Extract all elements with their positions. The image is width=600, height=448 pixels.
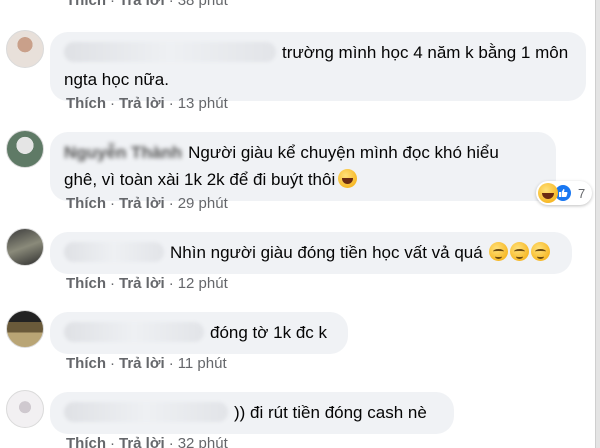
- comment-text-line: )) đi rút tiền đóng cash nè: [234, 403, 427, 422]
- relieved-emoji-icon: [531, 242, 551, 261]
- comment-actions: Thích · Trả lời · 12 phút: [66, 275, 228, 292]
- avatar[interactable]: [6, 310, 44, 348]
- relieved-emoji-icon: [510, 242, 530, 261]
- avatar[interactable]: [6, 30, 44, 68]
- comment-timestamp[interactable]: 29 phút: [178, 195, 228, 212]
- like-link[interactable]: Thích: [66, 355, 106, 372]
- comment-actions-partial: Thích · Trả lời · 38 phút: [66, 0, 228, 9]
- reaction-count: 7: [578, 185, 586, 201]
- comment-bubble: trường mình học 4 năm k bằng 1 môn ngta …: [50, 32, 586, 101]
- comment-text-line: Người giàu kể chuyện mình đọc khó hiểu: [188, 143, 499, 162]
- comment-bubble: )) đi rút tiền đóng cash nè: [50, 392, 454, 434]
- laughing-emoji-icon: [338, 169, 358, 188]
- like-link[interactable]: Thích: [66, 95, 106, 112]
- reply-link[interactable]: Trả lời: [119, 275, 165, 292]
- comments-panel: Thích · Trả lời · 38 phút trường mình học 4 …: [0, 0, 596, 448]
- blurred-username: [64, 242, 164, 262]
- blurred-username: [64, 42, 276, 62]
- comment-actions: Thích · Trả lời · 32 phút: [66, 435, 228, 448]
- comment-timestamp[interactable]: 13 phút: [178, 95, 228, 112]
- comment-bubble: Nhìn người giàu đóng tiền học vất vả quá: [50, 232, 572, 274]
- haha-icon: [538, 183, 558, 203]
- reaction-summary[interactable]: 7: [536, 181, 592, 205]
- like-link[interactable]: Thích: [66, 0, 106, 9]
- comment-bubble: Nguyễn Thành Người giàu kể chuyện mình đọ…: [50, 132, 556, 201]
- comment-text-line: đóng tờ 1k đc k: [210, 323, 327, 342]
- comment-bubble: đóng tờ 1k đc k: [50, 312, 348, 354]
- comment-actions: Thích · Trả lời · 29 phút: [66, 195, 228, 212]
- avatar[interactable]: [6, 130, 44, 168]
- like-link[interactable]: Thích: [66, 275, 106, 292]
- avatar[interactable]: [6, 390, 44, 428]
- comment-timestamp[interactable]: 11 phút: [178, 355, 227, 372]
- comment-text-line: ngta học nữa.: [64, 70, 169, 89]
- reply-link[interactable]: Trả lời: [119, 435, 165, 448]
- comment-text-line: Nhìn người giàu đóng tiền học vất vả quá: [170, 243, 483, 262]
- comment-text-line: ghê, vì toàn xài 1k 2k để đi buýt thôi: [64, 170, 336, 189]
- reply-link[interactable]: Trả lời: [119, 95, 165, 112]
- reply-link[interactable]: Trả lời: [119, 0, 165, 9]
- blurred-username: [64, 322, 204, 342]
- reply-link[interactable]: Trả lời: [119, 355, 165, 372]
- comment-timestamp[interactable]: 12 phút: [178, 275, 228, 292]
- avatar[interactable]: [6, 228, 44, 266]
- comment-actions: Thích · Trả lời · 11 phút: [66, 355, 227, 372]
- comment-timestamp[interactable]: 32 phút: [178, 435, 228, 448]
- blurred-username: [64, 402, 228, 422]
- comment-timestamp[interactable]: 38 phút: [178, 0, 228, 9]
- comment-author-name[interactable]: Nguyễn Thành: [64, 143, 182, 162]
- like-link[interactable]: Thích: [66, 195, 106, 212]
- comment-actions: Thích · Trả lời · 13 phút: [66, 95, 228, 112]
- relieved-emoji-icon: [489, 242, 509, 261]
- comment-text-line: trường mình học 4 năm k bằng 1 môn: [282, 43, 569, 62]
- like-link[interactable]: Thích: [66, 435, 106, 448]
- reply-link[interactable]: Trả lời: [119, 195, 165, 212]
